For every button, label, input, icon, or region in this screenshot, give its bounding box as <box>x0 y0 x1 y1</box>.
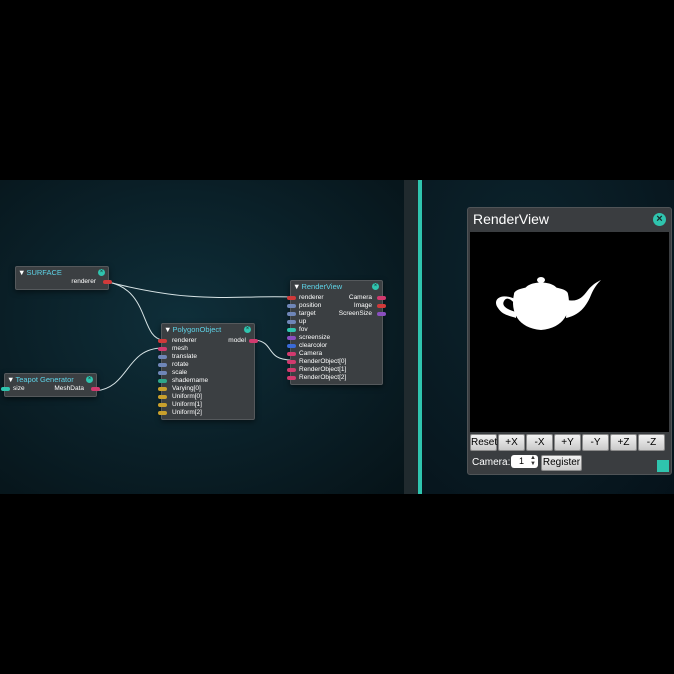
plus-x-button[interactable]: +X <box>498 434 525 451</box>
pin-in-size[interactable] <box>1 387 10 391</box>
port-in-renderobject1: RenderObject[1] <box>299 366 347 373</box>
pin-in-renderobject2[interactable] <box>287 376 296 380</box>
port-out-screensize: ScreenSize <box>338 310 372 317</box>
camera-value: 1 <box>519 456 525 466</box>
teapot-render <box>495 277 601 330</box>
render-viewport[interactable] <box>470 232 669 432</box>
port-in-clearcolor: clearcolor <box>299 342 328 349</box>
node-surface-title: ▼SURFACE <box>18 268 62 277</box>
close-icon[interactable]: × <box>86 376 93 383</box>
pin-out-model[interactable] <box>249 339 258 343</box>
minus-z-button[interactable]: -Z <box>638 434 665 451</box>
pin-in-renderer[interactable] <box>287 296 296 300</box>
port-in-renderobject2: RenderObject[2] <box>299 374 347 381</box>
pin-in-scale[interactable] <box>158 371 167 375</box>
node-teapot-generator[interactable]: ▼Teapot Generator × size MeshData <box>1 373 100 397</box>
port-out-image: Image <box>353 302 372 309</box>
port-in-rotate: rotate <box>172 361 189 368</box>
pin-in-clearcolor[interactable] <box>287 344 296 348</box>
pin-out-meshdata[interactable] <box>91 387 100 391</box>
pin-in-translate[interactable] <box>158 355 167 359</box>
plus-y-button[interactable]: +Y <box>554 434 581 451</box>
port-out-renderer: renderer <box>71 278 96 285</box>
pin-in-uniform1[interactable] <box>158 403 167 407</box>
close-icon[interactable]: × <box>653 213 666 226</box>
port-in-position: position <box>299 302 322 309</box>
port-in-uniform1: Uniform[1] <box>172 401 202 408</box>
camera-label: Camera: <box>472 457 511 468</box>
pin-out-screensize[interactable] <box>377 312 386 316</box>
close-icon[interactable]: × <box>98 269 105 276</box>
renderview-panel-title: RenderView <box>473 211 550 227</box>
pin-in-renderobject1[interactable] <box>287 368 296 372</box>
triangle-down-icon[interactable]: ▼ <box>293 282 300 291</box>
close-icon[interactable]: × <box>372 283 379 290</box>
pin-in-renderer[interactable] <box>158 339 167 343</box>
port-out-camera: Camera <box>348 294 372 301</box>
camera-spinbox[interactable]: 1 ▲ ▼ <box>511 455 538 468</box>
wire-teapot-polygon <box>94 347 164 392</box>
pin-in-screensize[interactable] <box>287 336 296 340</box>
pin-in-target[interactable] <box>287 312 296 316</box>
node-renderview[interactable]: ▼RenderView × renderer position target u… <box>287 280 386 385</box>
pin-in-camera[interactable] <box>287 352 296 356</box>
port-in-screensize: screensize <box>299 334 331 341</box>
minus-y-button[interactable]: -Y <box>582 434 609 451</box>
node-polygon-title: ▼PolygonObject <box>164 325 222 334</box>
port-in-up: up <box>299 318 307 325</box>
port-in-mesh: mesh <box>172 345 188 352</box>
node-renderview-title: ▼RenderView <box>293 282 343 291</box>
triangle-down-icon[interactable]: ▼ <box>164 325 171 334</box>
spin-arrows-icon[interactable]: ▲ ▼ <box>530 455 536 467</box>
pin-out-renderer[interactable] <box>103 280 112 284</box>
pin-in-position[interactable] <box>287 304 296 308</box>
node-surface[interactable]: ▼SURFACE × renderer <box>15 266 112 290</box>
pin-in-uniform2[interactable] <box>158 411 167 415</box>
wire-surface-renderview <box>107 281 293 298</box>
pin-in-up[interactable] <box>287 320 296 324</box>
port-in-size: size <box>13 385 25 392</box>
pane-splitter[interactable] <box>404 180 418 494</box>
node-polygon-object[interactable]: ▼PolygonObject × renderer mesh translate… <box>158 323 258 420</box>
node-editor-canvas[interactable]: ▼SURFACE × renderer ▼Teapot Generator × … <box>0 180 404 494</box>
plus-z-button[interactable]: +Z <box>610 434 637 451</box>
pin-in-varying0[interactable] <box>158 387 167 391</box>
pin-out-image[interactable] <box>377 304 386 308</box>
port-in-camera: Camera <box>299 350 323 357</box>
reset-view-button[interactable]: Reset <box>470 434 497 451</box>
port-in-renderobject0: RenderObject[0] <box>299 358 347 365</box>
pin-in-mesh[interactable] <box>158 347 167 351</box>
port-in-translate: translate <box>172 353 197 360</box>
wire-surface-polygon <box>107 281 164 341</box>
pin-in-renderobject0[interactable] <box>287 360 296 364</box>
minus-x-button[interactable]: -X <box>526 434 553 451</box>
triangle-down-icon[interactable]: ▼ <box>18 268 25 277</box>
triangle-down-icon[interactable]: ▼ <box>7 375 14 384</box>
resize-handle-icon[interactable] <box>657 460 669 472</box>
port-in-varying0: Varying[0] <box>172 385 201 392</box>
pin-out-camera[interactable] <box>377 296 386 300</box>
port-in-renderer: renderer <box>299 294 324 301</box>
wire-polygon-renderview <box>254 339 293 361</box>
port-out-model: model <box>228 337 246 344</box>
port-out-meshdata: MeshData <box>54 385 84 392</box>
pin-in-fov[interactable] <box>287 328 296 332</box>
node-teapot-title: ▼Teapot Generator <box>7 375 74 384</box>
port-in-target: target <box>299 310 316 317</box>
port-in-scale: scale <box>172 369 188 376</box>
port-in-uniform0: Uniform[0] <box>172 393 202 400</box>
close-icon[interactable]: × <box>244 326 251 333</box>
port-in-shadername: shadername <box>172 377 209 384</box>
pin-in-shadername[interactable] <box>158 379 167 383</box>
register-button[interactable]: Register <box>541 455 582 471</box>
port-in-fov: fov <box>299 326 308 333</box>
renderview-panel[interactable]: RenderView × Reset +X -X +Y -Y +Z -Z Cam… <box>467 207 672 475</box>
port-in-renderer: renderer <box>172 337 197 344</box>
port-in-uniform2: Uniform[2] <box>172 409 202 416</box>
pin-in-rotate[interactable] <box>158 363 167 367</box>
pin-in-uniform0[interactable] <box>158 395 167 399</box>
